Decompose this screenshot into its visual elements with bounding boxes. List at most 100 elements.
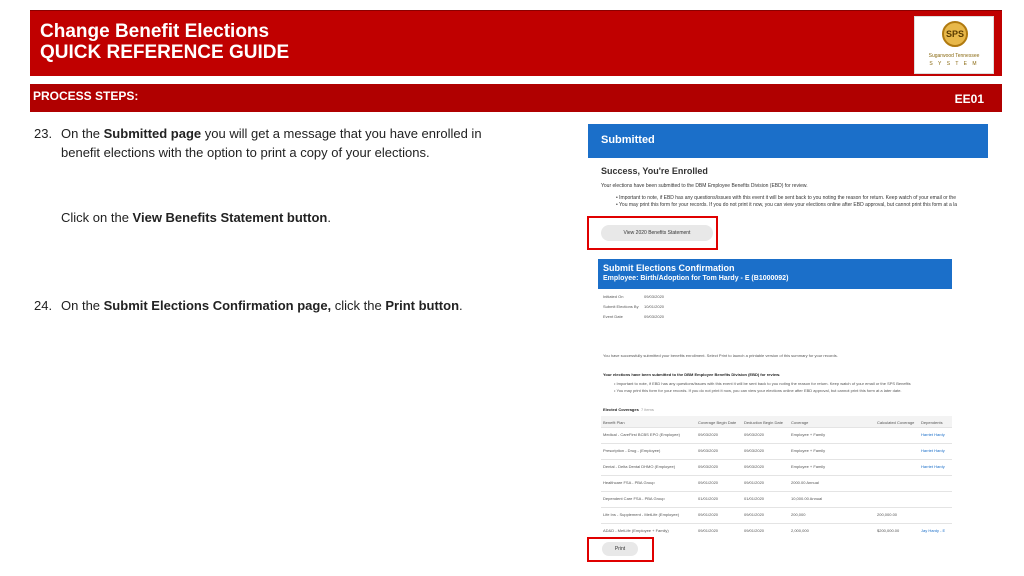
cell: 09/01/2020 <box>698 480 719 485</box>
dependent-link[interactable]: Harriet Hardy <box>921 448 945 453</box>
cell: Employee + Family <box>791 464 826 469</box>
table-row: Life Ins - Supplement - MetLife (Employe… <box>601 508 952 524</box>
guide-subtitle: QUICK REFERENCE GUIDE <box>40 42 290 63</box>
guide-code: EE01 <box>954 92 984 106</box>
step-24-line: On the Submit Elections Confirmation pag… <box>61 296 463 315</box>
table-count: 7 items <box>641 407 654 412</box>
submitted-bar: Submitted <box>588 124 988 158</box>
cell: AD&D - MetLife (Employee + Family) <box>603 528 669 533</box>
cell: 200,000 <box>791 512 806 517</box>
logo-seal-icon: SPS <box>942 21 968 47</box>
step-24-bold-b: Submit Elections Confirmation page, <box>103 298 332 313</box>
th-benefit-plan: Benefit Plan <box>603 420 625 425</box>
cell: 09/01/2020 <box>744 512 765 517</box>
cell: 01/01/2020 <box>698 496 719 501</box>
dependent-link[interactable]: Harriet Hardy <box>921 432 945 437</box>
submit-by-value: 10/01/2020 <box>644 304 665 309</box>
cell: Life Ins - Supplement - MetLife (Employe… <box>603 512 680 517</box>
cell: 09/01/2020 <box>698 528 719 533</box>
success-heading: Success, You're Enrolled <box>601 166 708 176</box>
submitted-bar-title: Submitted <box>601 134 655 146</box>
cell: 09/01/2020 <box>744 480 765 485</box>
step-24-number: 24. <box>34 298 53 313</box>
step-24-text-e: . <box>459 298 463 313</box>
step-23-line2: benefit elections with the option to pri… <box>61 145 430 160</box>
initiated-value: 09/03/2020 <box>644 294 665 299</box>
cell: 2000.00 Annual <box>791 480 819 485</box>
table-row: Healthcare FSA - PBA Group 09/01/2020 09/0… <box>601 476 952 492</box>
cell: 01/01/2020 <box>744 496 765 501</box>
review-heading: Your elections have been submitted to th… <box>603 372 781 377</box>
step-23-bold: Submitted page <box>103 126 202 141</box>
click-bold: View Benefits Statement button <box>132 210 328 225</box>
process-steps-bar: PROCESS STEPS: EE01 <box>30 84 1002 112</box>
logo-system-text: S Y S T E M <box>929 61 979 67</box>
confirmation-bar: Submit Elections Confirmation Employee: … <box>598 259 952 289</box>
table-row: Dental - Delta Dental DHMO (Employee) 09/… <box>601 460 952 476</box>
logo: SPS Sugarwood Tennessee S Y S T E M <box>914 16 994 74</box>
submit-by-label: Submit Elections By <box>603 304 639 309</box>
guide-title: Change Benefit Elections <box>40 21 270 42</box>
cell: 09/03/2020 <box>698 464 719 469</box>
bullet-note: • Important to note, if EBD has any ques… <box>614 381 911 386</box>
cell: 09/03/2020 <box>698 432 719 437</box>
th-dependents: Dependents <box>921 420 943 425</box>
cell: 09/03/2020 <box>698 448 719 453</box>
table-row: Medical - CareFirst BCBS EPO (Employee) 0… <box>601 428 952 444</box>
step-23-text-c: you will get a message that you have enr… <box>201 126 482 141</box>
dependent-link[interactable]: Jay Hardy - E <box>921 528 945 533</box>
cell: 09/03/2020 <box>744 432 765 437</box>
cell: Dental - Delta Dental DHMO (Employee) <box>603 464 676 469</box>
th-deduction-begin: Deduction Begin Date <box>744 420 783 425</box>
confirmation-title: Submit Elections Confirmation <box>603 263 735 273</box>
table-row: Dependent Care FSA - PBA Group 01/01/2020… <box>601 492 952 508</box>
dependent-link[interactable]: Harriet Hardy <box>921 464 945 469</box>
confirmation-subtitle: Employee: Birth/Adoption for Tom Hardy -… <box>603 275 789 282</box>
cell: Employee + Family <box>791 448 826 453</box>
table-title: Elected Coverages <box>603 407 639 412</box>
logo-text: Sugarwood Tennessee <box>928 53 980 59</box>
cell: Medical - CareFirst BCBS EPO (Employee) <box>603 432 680 437</box>
click-text-c: . <box>327 210 331 225</box>
cell: 09/01/2020 <box>698 512 719 517</box>
step-24-text-a: On the <box>61 298 104 313</box>
cell: $200,000.00 <box>877 528 900 533</box>
click-instruction: Click on the View Benefits Statement but… <box>61 208 331 227</box>
initiated-label: Initiated On <box>603 294 624 299</box>
header-banner: Change Benefit Elections QUICK REFERENCE… <box>30 10 1002 76</box>
cell: 09/01/2020 <box>744 528 765 533</box>
cell: 09/03/2020 <box>744 464 765 469</box>
step-23-number: 23. <box>34 126 53 141</box>
th-coverage: Coverage <box>791 420 809 425</box>
page: Change Benefit Elections QUICK REFERENCE… <box>0 0 1024 576</box>
step-23-line1: On the Submitted page you will get a mes… <box>61 124 561 143</box>
bullet-print: • You may print this form for your recor… <box>616 202 958 208</box>
event-date-label: Event Date <box>603 314 623 319</box>
bullet-print: • You may print this form for your recor… <box>614 388 902 393</box>
table-header-row: Benefit Plan Coverage Begin Date Deducti… <box>601 416 952 428</box>
cell: Employee + Family <box>791 432 826 437</box>
cell: Healthcare FSA - PBA Group <box>603 480 655 485</box>
cell: 09/03/2020 <box>744 448 765 453</box>
confirmation-screenshot: Submit Elections Confirmation Employee: … <box>598 259 952 539</box>
step-24-text-c: click the <box>331 298 386 313</box>
review-text: Your elections have been submitted to th… <box>601 183 808 189</box>
elected-coverages-table: Benefit Plan Coverage Begin Date Deducti… <box>601 416 952 539</box>
success-message: You have successfully submitted your ben… <box>603 353 838 358</box>
th-coverage-begin: Coverage Begin Date <box>698 420 737 425</box>
step-23-text-a: On the <box>61 126 104 141</box>
cell: 2,000,000 <box>791 528 809 533</box>
th-calculated: Calculated Coverage <box>877 420 915 425</box>
click-text-a: Click on the <box>61 210 133 225</box>
highlight-box-view-statement <box>587 216 718 250</box>
cell: 10,000.00 Annual <box>791 496 823 501</box>
event-date-value: 09/03/2020 <box>644 314 665 319</box>
cell: Prescription - Drug - (Employee) <box>603 448 661 453</box>
table-row: Prescription - Drug - (Employee) 09/03/20… <box>601 444 952 460</box>
bullet-note: • Important to note, if EBD has any ques… <box>616 195 956 201</box>
cell: 200,000.00 <box>877 512 898 517</box>
highlight-box-print <box>587 537 654 562</box>
process-steps-label: PROCESS STEPS: <box>33 89 139 103</box>
cell: Dependent Care FSA - PBA Group <box>603 496 665 501</box>
step-24-bold-d: Print button <box>385 298 460 313</box>
